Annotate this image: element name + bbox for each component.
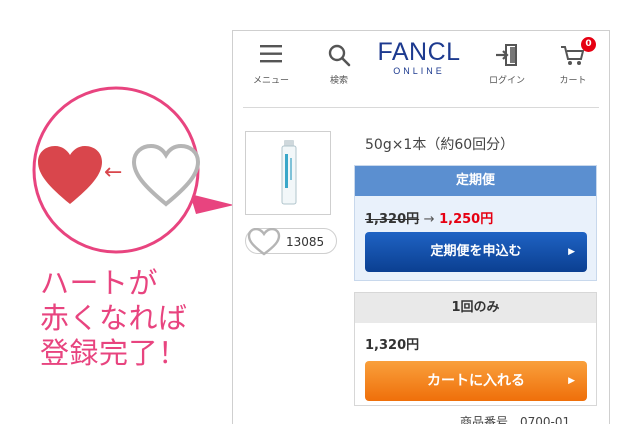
callout-message: ハートが 赤くなれば 登録完了！	[40, 266, 188, 371]
product-code: 商品番号 0700-01	[460, 415, 571, 424]
one-time-heading: 1回のみ	[355, 293, 596, 323]
chevron-right-icon: ▶	[568, 247, 575, 257]
subscribe-button[interactable]: 定期便を申込む ▶	[365, 232, 587, 272]
menu-button[interactable]: メニュー	[241, 39, 301, 87]
subscription-panel: 定期便 1,320円 → 1,250円 定期便を申込む ▶	[354, 165, 597, 281]
header-divider	[243, 107, 599, 108]
hamburger-icon	[260, 45, 282, 63]
add-to-cart-button[interactable]: カートに入れる ▶	[365, 361, 587, 401]
favorite-button[interactable]: 13085	[245, 228, 337, 256]
subscription-heading: 定期便	[355, 166, 596, 196]
chevron-right-icon: ▶	[568, 376, 575, 386]
annotation-callout: ← ハートが 赤くなれば 登録完了！	[0, 0, 232, 424]
search-icon	[328, 44, 351, 67]
cart-button[interactable]: 0 カート	[543, 37, 603, 87]
product-thumbnail[interactable]	[245, 131, 331, 215]
one-time-price: 1,320円	[365, 338, 420, 353]
login-label: ログイン	[488, 76, 525, 86]
variant-label: 50g×1本（約60回分）	[365, 137, 515, 153]
price-arrow: →	[423, 212, 435, 227]
menu-label: メニュー	[252, 76, 289, 86]
cart-count-badge: 0	[581, 37, 596, 52]
logo-main-text: FANCL	[377, 38, 461, 66]
one-time-panel: 1回のみ 1,320円 カートに入れる ▶	[354, 292, 597, 406]
subscribe-button-label: 定期便を申込む	[430, 244, 522, 259]
subscription-price-row: 1,320円 → 1,250円	[365, 208, 493, 227]
logo-sub-text: ONLINE	[393, 66, 445, 76]
callout-pointer	[190, 194, 232, 214]
callout-line-2: 赤くなれば	[40, 301, 188, 335]
regular-price: 1,320円	[365, 212, 420, 227]
callout-line-3: 登録完了！	[40, 336, 188, 370]
callout-arrow: ←	[104, 160, 123, 185]
heart-outline-icon	[247, 228, 281, 256]
fancl-logo[interactable]: FANCL ONLINE	[371, 39, 467, 77]
search-button[interactable]: 検索	[309, 39, 369, 87]
search-label: 検索	[329, 76, 348, 86]
subscription-price: 1,250円	[439, 212, 494, 227]
add-to-cart-label: カートに入れる	[427, 373, 525, 389]
favorite-count: 13085	[286, 235, 325, 249]
site-header: メニュー 検索 FANCL ONLINE ログイン 0 カート	[233, 31, 609, 89]
login-icon	[496, 44, 517, 66]
cart-label: カート	[559, 76, 587, 86]
callout-line-1: ハートが	[40, 266, 159, 300]
login-button[interactable]: ログイン	[477, 39, 537, 87]
product-bottle-image	[281, 140, 297, 205]
phone-screen: メニュー 検索 FANCL ONLINE ログイン 0 カート 13085 50…	[232, 30, 610, 424]
